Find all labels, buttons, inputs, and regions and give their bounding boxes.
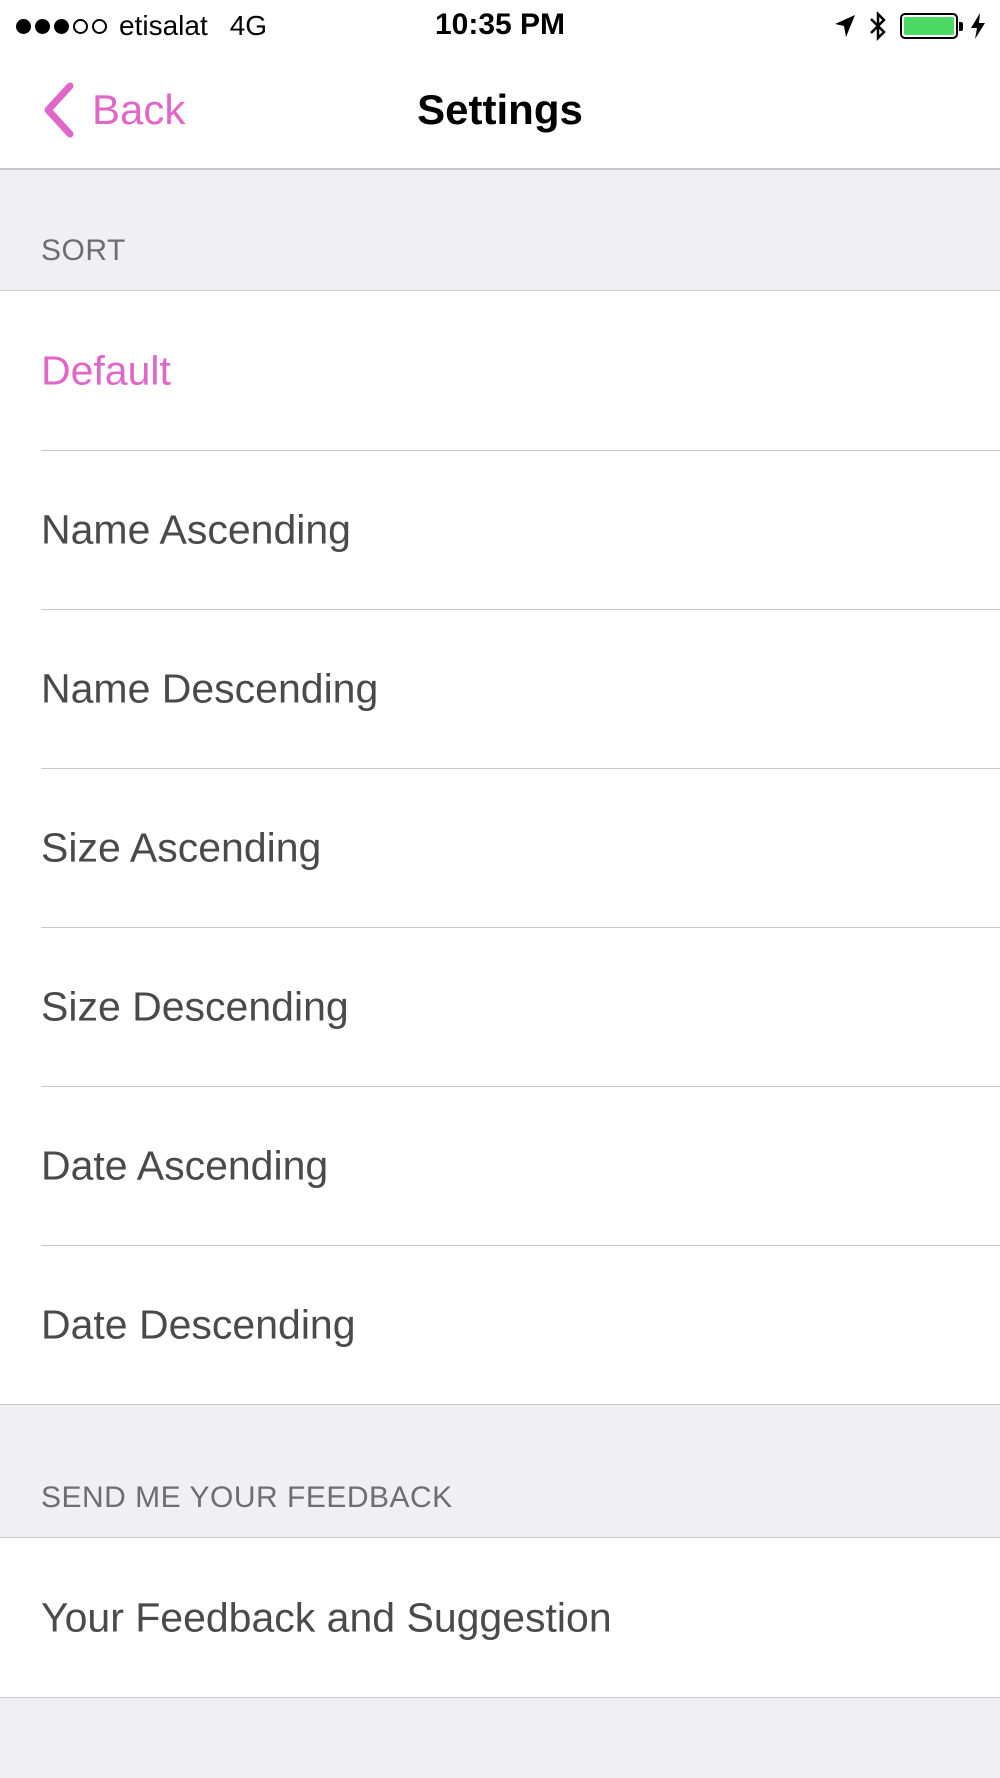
battery-icon [900, 13, 963, 39]
sort-option-label: Size Ascending [41, 824, 322, 870]
section-header-feedback: SEND ME YOUR FEEDBACK [0, 1407, 1000, 1537]
navigation-bar: Back Settings [0, 56, 1000, 170]
sort-option-date-ascending[interactable]: Date Ascending [0, 1086, 1000, 1245]
feedback-row-label: Your Feedback and Suggestion [41, 1594, 612, 1640]
battery-cap [959, 22, 963, 31]
section-header-sort: SORT [0, 170, 1000, 290]
sort-option-label: Date Descending [41, 1301, 356, 1347]
sort-option-date-descending[interactable]: Date Descending [0, 1245, 1000, 1404]
battery-fill [904, 17, 954, 35]
sort-option-name-ascending[interactable]: Name Ascending [0, 450, 1000, 609]
sort-option-label: Name Descending [41, 665, 379, 711]
sort-option-label: Default [41, 347, 171, 393]
sort-option-label: Size Descending [41, 983, 349, 1029]
sort-option-name-descending[interactable]: Name Descending [0, 609, 1000, 768]
sort-option-size-descending[interactable]: Size Descending [0, 927, 1000, 1086]
status-bar: etisalat 4G 10:35 PM [0, 0, 1000, 56]
feedback-list: Your Feedback and Suggestion [0, 1537, 1000, 1698]
section-header-label: SORT [41, 234, 126, 267]
status-right [834, 10, 986, 42]
section-header-label: SEND ME YOUR FEEDBACK [41, 1481, 453, 1514]
sort-option-label: Name Ascending [41, 506, 351, 552]
sort-option-size-ascending[interactable]: Size Ascending [0, 768, 1000, 927]
location-arrow-icon [835, 15, 855, 37]
bluetooth-icon [870, 10, 886, 42]
page-title: Settings [417, 86, 583, 133]
feedback-and-suggestion-row[interactable]: Your Feedback and Suggestion [0, 1538, 1000, 1697]
sort-option-default[interactable]: Default [0, 291, 1000, 450]
charging-bolt-icon [971, 13, 985, 39]
sort-option-label: Date Ascending [41, 1142, 329, 1188]
sort-options-list: Default Name Ascending Name Descending S… [0, 290, 1000, 1405]
